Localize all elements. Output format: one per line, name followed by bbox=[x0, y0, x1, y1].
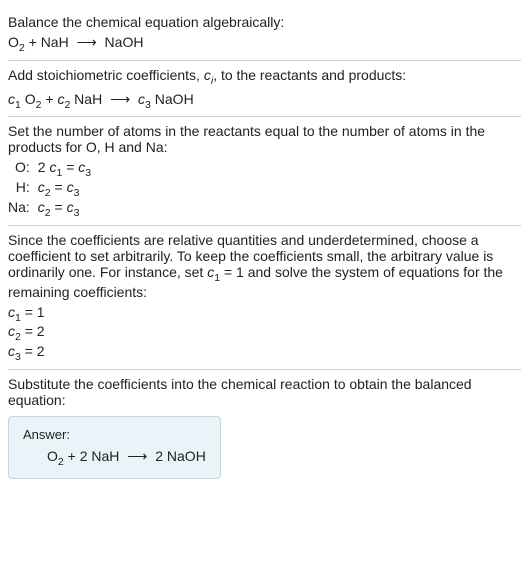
section-solve: Since the coefficients are relative quan… bbox=[8, 226, 521, 370]
atoms-intro: Set the number of atoms in the reactants… bbox=[8, 123, 521, 155]
coefficients-equation: c1 O2 + c2 NaH ⟶ c3 NaOH bbox=[8, 91, 521, 111]
section-coefficients: Add stoichiometric coefficients, ci, to … bbox=[8, 61, 521, 118]
ans-naoh: 2 NaOH bbox=[151, 448, 205, 464]
atom-equation: c2 = c3 bbox=[38, 179, 91, 199]
reactant-o2: O bbox=[8, 34, 19, 50]
c3: c bbox=[134, 91, 145, 107]
ci-symbol: c bbox=[204, 67, 211, 83]
nah: NaH bbox=[70, 91, 106, 107]
product-naoh: NaOH bbox=[101, 34, 144, 50]
coeff-line: c3 = 2 bbox=[8, 343, 521, 363]
plus: + bbox=[41, 91, 57, 107]
atoms-table: O: 2 c1 = c3 H: c2 = c3 Na: c2 = c3 bbox=[8, 159, 91, 218]
reactant-nah: + NaH bbox=[25, 34, 73, 50]
naoh: NaOH bbox=[151, 91, 194, 107]
arrow-icon: ⟶ bbox=[106, 91, 134, 107]
arrow-icon: ⟶ bbox=[73, 34, 101, 50]
atom-equation: c2 = c3 bbox=[38, 199, 91, 219]
problem-intro: Balance the chemical equation algebraica… bbox=[8, 14, 521, 30]
table-row: H: c2 = c3 bbox=[8, 179, 91, 199]
o2: O bbox=[21, 91, 36, 107]
c1: c bbox=[8, 91, 15, 107]
coefficient-values: c1 = 1 c2 = 2 c3 = 2 bbox=[8, 304, 521, 363]
table-row: O: 2 c1 = c3 bbox=[8, 159, 91, 179]
atom-label: O: bbox=[8, 159, 38, 179]
table-row: Na: c2 = c3 bbox=[8, 199, 91, 219]
ans-nah: + 2 NaH bbox=[64, 448, 124, 464]
answer-equation: O2 + 2 NaH ⟶ 2 NaOH bbox=[23, 448, 206, 468]
answer-label: Answer: bbox=[23, 427, 206, 442]
problem-equation: O2 + NaH ⟶ NaOH bbox=[8, 34, 521, 54]
answer-intro: Substitute the coefficients into the che… bbox=[8, 376, 521, 408]
section-atoms: Set the number of atoms in the reactants… bbox=[8, 117, 521, 225]
atom-label: Na: bbox=[8, 199, 38, 219]
answer-box: Answer: O2 + 2 NaH ⟶ 2 NaOH bbox=[8, 416, 221, 479]
section-problem: Balance the chemical equation algebraica… bbox=[8, 8, 521, 61]
coefficients-intro: Add stoichiometric coefficients, ci, to … bbox=[8, 67, 521, 87]
coeff-line: c2 = 2 bbox=[8, 323, 521, 343]
solve-intro: Since the coefficients are relative quan… bbox=[8, 232, 521, 300]
atom-equation: 2 c1 = c3 bbox=[38, 159, 91, 179]
section-answer: Substitute the coefficients into the che… bbox=[8, 370, 521, 485]
ans-o2: O bbox=[47, 448, 58, 464]
atom-label: H: bbox=[8, 179, 38, 199]
arrow-icon: ⟶ bbox=[123, 448, 151, 464]
coeff-line: c1 = 1 bbox=[8, 304, 521, 324]
